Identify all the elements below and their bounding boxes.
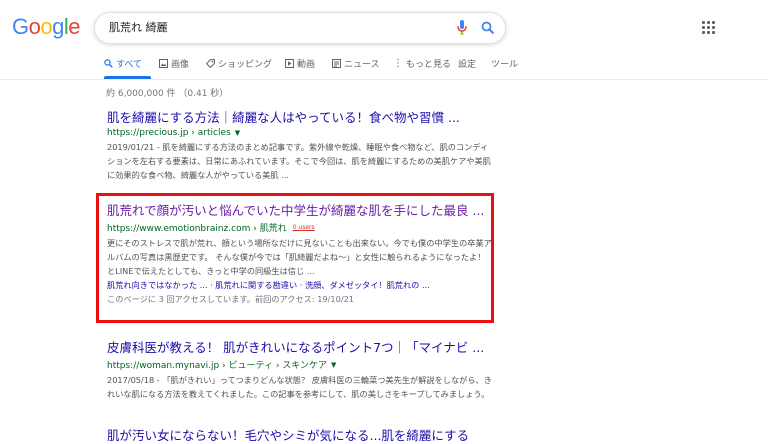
highlight-box bbox=[96, 193, 494, 323]
result-url[interactable]: https://woman.mynavi.jp › ビューティ › スキンケア … bbox=[107, 358, 492, 372]
tab-label: ショッピング bbox=[218, 60, 273, 70]
logo-letter: g bbox=[52, 14, 64, 39]
more-icon: ⋮ bbox=[393, 58, 403, 69]
tab-label: 画像 bbox=[171, 60, 190, 70]
result-title-link[interactable]: 肌を綺麗にする方法｜綺麗な人はやっている！食べ物や習慣 ... bbox=[107, 110, 492, 126]
image-icon bbox=[159, 59, 168, 68]
search-result: 肌が汚い女にならない！毛穴やシミが気になる...肌を綺麗にする bbox=[107, 428, 492, 444]
result-url-text: https://precious.jp › articles bbox=[107, 128, 231, 138]
dropdown-caret-icon[interactable]: ▼ bbox=[331, 361, 336, 369]
google-logo[interactable]: Google bbox=[12, 14, 81, 40]
search-result: 肌を綺麗にする方法｜綺麗な人はやっている！食べ物や習慣 ... https://… bbox=[107, 110, 492, 182]
dropdown-caret-icon[interactable]: ▼ bbox=[235, 129, 240, 137]
tab-more[interactable]: ⋮ もっと見る bbox=[393, 57, 452, 71]
logo-letter: G bbox=[12, 14, 29, 39]
tab-video[interactable]: 動画 bbox=[285, 57, 315, 70]
apps-grid-icon[interactable] bbox=[702, 21, 716, 35]
tab-label: ニュース bbox=[344, 60, 380, 70]
search-icon bbox=[104, 59, 113, 68]
result-title-link[interactable]: 肌が汚い女にならない！毛穴やシミが気になる...肌を綺麗にする bbox=[107, 428, 492, 444]
logo-letter: e bbox=[68, 14, 81, 39]
tag-icon bbox=[206, 59, 215, 68]
result-url[interactable]: https://precious.jp › articles ▼ bbox=[107, 128, 492, 138]
result-title-link[interactable]: 皮膚科医が教える！ 肌がきれいになるポイント7つ｜「マイナビ ... bbox=[107, 340, 492, 356]
search-result: 皮膚科医が教える！ 肌がきれいになるポイント7つ｜「マイナビ ... https… bbox=[107, 340, 492, 401]
tab-label: 動画 bbox=[297, 60, 316, 70]
tab-label: すべて bbox=[116, 60, 143, 70]
search-box[interactable] bbox=[94, 12, 506, 44]
header-divider bbox=[0, 79, 768, 80]
tab-news[interactable]: ニュース bbox=[332, 57, 380, 70]
tab-label: ツール bbox=[491, 60, 519, 70]
logo-letter: o bbox=[40, 14, 53, 39]
search-input[interactable] bbox=[107, 19, 431, 34]
tab-label: 設定 bbox=[458, 60, 477, 70]
tab-label: もっと見る bbox=[406, 60, 452, 70]
result-snippet: 2017/05/18 - 「肌がきれい」ってつまりどんな状態？ 皮膚科医の三輪菜… bbox=[107, 375, 492, 399]
mic-icon[interactable] bbox=[457, 20, 467, 39]
tab-tools[interactable]: ツール bbox=[491, 57, 518, 70]
result-snippet: 2019/01/21 - 肌を綺麗にする方法のまとめ記事です。紫外線や乾燥、睡眠… bbox=[107, 142, 491, 180]
tab-shopping[interactable]: ショッピング bbox=[206, 57, 272, 70]
logo-letter: o bbox=[28, 14, 41, 39]
tab-all[interactable]: すべて bbox=[104, 57, 142, 70]
video-icon bbox=[285, 59, 294, 68]
tab-images[interactable]: 画像 bbox=[159, 57, 189, 70]
result-stats: 約 6,000,000 件 （0.41 秒） bbox=[106, 89, 229, 99]
search-icon[interactable] bbox=[481, 20, 495, 39]
news-icon bbox=[332, 59, 341, 68]
result-url-text: https://woman.mynavi.jp › ビューティ › スキンケア bbox=[107, 361, 328, 371]
tab-settings[interactable]: 設定 bbox=[458, 57, 476, 70]
